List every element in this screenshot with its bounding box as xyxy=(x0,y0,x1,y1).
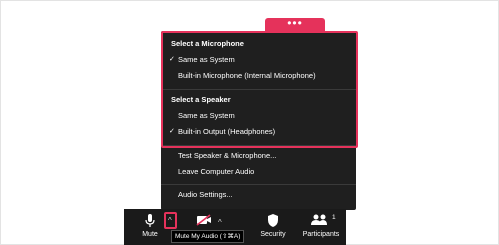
microphone-heading: Select a Microphone xyxy=(171,39,244,48)
menu-item-speaker-same-as-system[interactable]: Same as System xyxy=(161,109,356,123)
speaker-heading: Select a Speaker xyxy=(171,95,231,104)
shield-icon xyxy=(268,214,278,227)
menu-item-leave-computer-audio[interactable]: Leave Computer Audio xyxy=(161,165,356,179)
participants-icon xyxy=(311,214,327,225)
menu-item-label: Built-in Microphone (Internal Microphone… xyxy=(178,71,316,80)
menu-item-label: Same as System xyxy=(178,55,235,64)
menu-item-label: Built-in Output (Headphones) xyxy=(178,127,276,136)
menu-divider xyxy=(161,89,356,90)
security-label: Security xyxy=(260,231,286,238)
menu-item-label: Same as System xyxy=(178,111,235,120)
checkmark-icon: ✓ xyxy=(169,128,175,135)
more-dots-icon: ••• xyxy=(287,16,303,30)
video-off-icon xyxy=(196,214,211,226)
menu-item-mic-same-as-system[interactable]: ✓ Same as System xyxy=(161,53,356,67)
mute-button[interactable]: Mute xyxy=(136,209,164,245)
security-button[interactable]: Security xyxy=(256,209,290,245)
audio-menu: Select a Microphone ✓ Same as System Bui… xyxy=(161,31,356,210)
menu-item-speaker-built-in-output[interactable]: ✓ Built-in Output (Headphones) xyxy=(161,125,356,139)
microphone-icon xyxy=(145,214,155,227)
menu-divider xyxy=(161,184,356,185)
menu-item-audio-settings[interactable]: Audio Settings... xyxy=(161,188,356,202)
menu-divider xyxy=(161,145,356,146)
chevron-up-icon: ^ xyxy=(168,216,172,225)
participants-label: Participants xyxy=(302,231,340,238)
participants-button[interactable]: 1 Participants xyxy=(298,209,344,245)
mute-tooltip: Mute My Audio (⇧⌘A) xyxy=(171,230,245,243)
menu-item-test-speaker-mic[interactable]: Test Speaker & Microphone... xyxy=(161,149,356,163)
menu-item-mic-built-in[interactable]: Built-in Microphone (Internal Microphone… xyxy=(161,69,356,83)
checkmark-icon: ✓ xyxy=(169,56,175,63)
video-options-chevron-up-icon[interactable]: ^ xyxy=(218,218,222,227)
mute-label: Mute xyxy=(142,231,158,238)
audio-options-caret-button[interactable]: ^ xyxy=(164,212,177,229)
more-button[interactable]: ••• xyxy=(265,16,325,32)
participants-count: 1 xyxy=(332,214,336,221)
